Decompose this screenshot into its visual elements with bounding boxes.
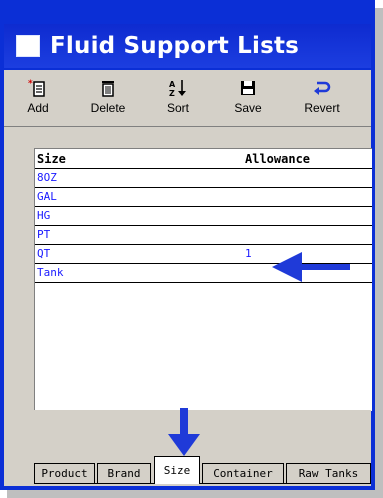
grid-header: Size Allowance <box>35 152 372 169</box>
add-button[interactable]: * Add <box>8 74 68 122</box>
allowance-cell[interactable]: 1 <box>245 247 252 260</box>
table-row[interactable]: HG <box>35 207 372 226</box>
svg-text:*: * <box>28 79 33 89</box>
size-cell[interactable]: HG <box>37 209 50 222</box>
tab-product[interactable]: Product <box>34 463 95 483</box>
size-cell[interactable]: 8OZ <box>37 171 57 184</box>
tab-brand[interactable]: Brand <box>97 463 151 483</box>
size-grid: Size Allowance 8OZ GAL HG PT QT 1 Tank <box>34 148 372 411</box>
window-client-area: * Add Delete A Z Sort Save Revert Size A… <box>4 70 372 486</box>
size-cell[interactable]: QT <box>37 247 50 260</box>
tab-container[interactable]: Container <box>202 463 284 483</box>
sort-az-icon: A Z <box>169 80 186 98</box>
title-bar[interactable]: Fluid Support Lists <box>4 24 371 68</box>
save-icon <box>241 81 255 95</box>
save-button[interactable]: Save <box>218 74 278 122</box>
delete-button[interactable]: Delete <box>78 74 138 122</box>
tab-strip: Product Brand Size Container Raw Tanks <box>34 456 371 486</box>
tab-raw-tanks[interactable]: Raw Tanks <box>286 463 371 483</box>
sort-button[interactable]: A Z Sort <box>148 74 208 122</box>
tab-size[interactable]: Size <box>154 456 200 484</box>
size-cell[interactable]: Tank <box>37 266 64 279</box>
toolbar: * Add Delete A Z Sort Save Revert <box>4 70 371 127</box>
fluid-support-lists-window: Fluid Support Lists * Add Delete A Z Sor… <box>0 0 375 490</box>
table-row[interactable]: GAL <box>35 188 372 207</box>
revert-button[interactable]: Revert <box>292 74 352 122</box>
column-header-size[interactable]: Size <box>37 152 66 166</box>
column-header-allowance[interactable]: Allowance <box>245 152 310 166</box>
tab-baseline <box>34 483 371 484</box>
add-icon: * <box>28 79 45 97</box>
size-cell[interactable]: GAL <box>37 190 57 203</box>
table-row[interactable]: PT <box>35 226 372 245</box>
table-row[interactable]: Tank <box>35 264 372 283</box>
window-title: Fluid Support Lists <box>50 33 300 59</box>
svg-text:Z: Z <box>169 89 175 98</box>
revert-icon <box>314 81 331 95</box>
svg-text:A: A <box>169 80 176 89</box>
size-cell[interactable]: PT <box>37 228 50 241</box>
trash-icon <box>102 81 114 97</box>
table-row[interactable]: QT 1 <box>35 245 372 264</box>
window-icon <box>16 35 40 57</box>
grid-footer-area <box>34 410 371 456</box>
table-row[interactable]: 8OZ <box>35 169 372 188</box>
